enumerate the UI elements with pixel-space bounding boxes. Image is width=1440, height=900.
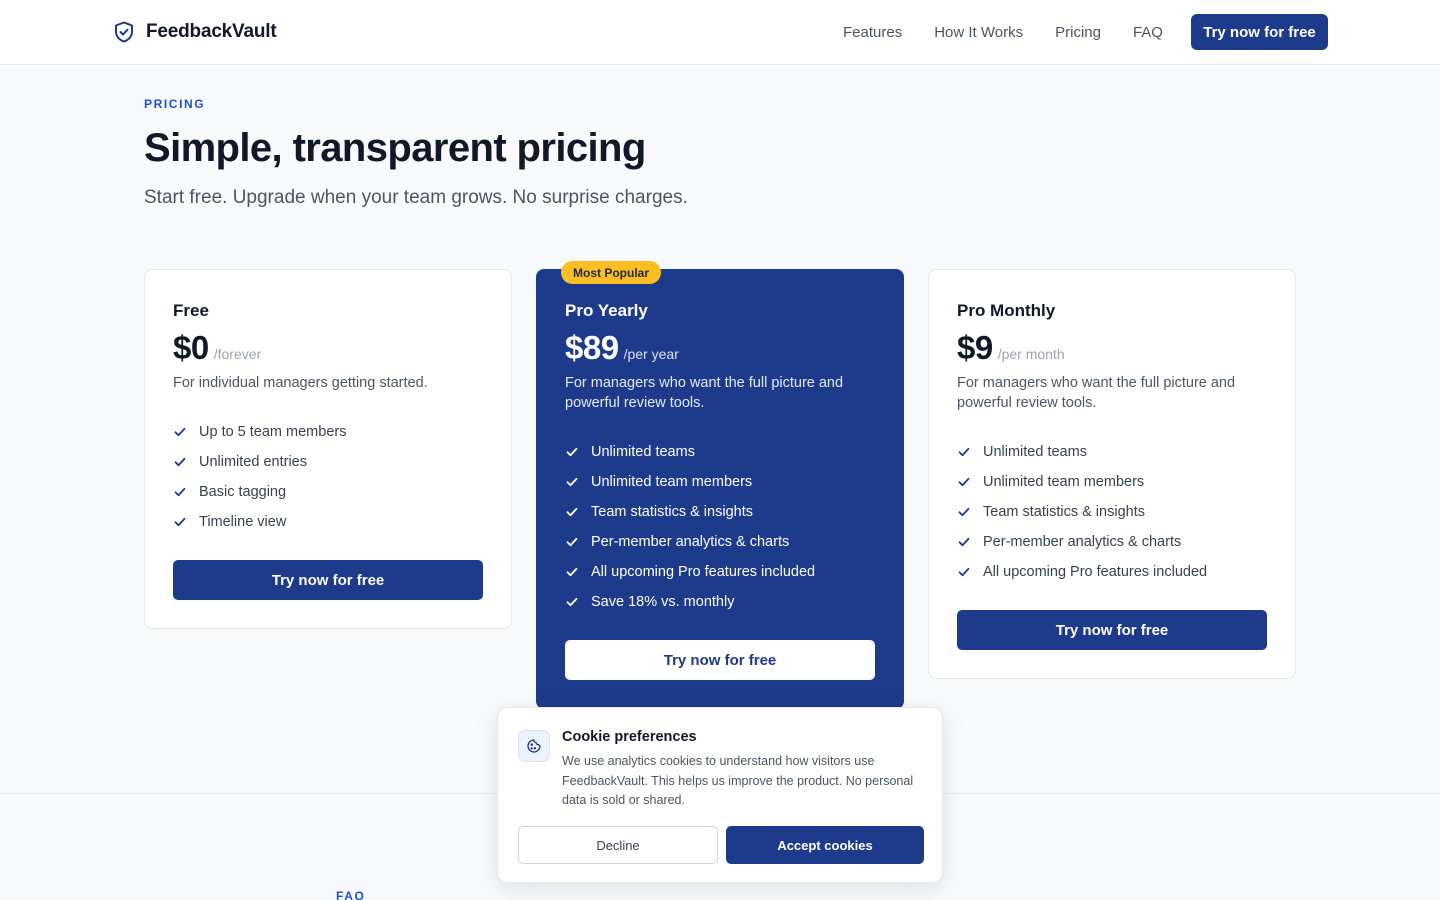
feature-label: All upcoming Pro features included [983,564,1208,580]
plan-name: Pro Yearly [565,301,648,320]
feature-label: Unlimited teams [983,444,1087,460]
plan-card-free: Free $0 /forever For individual managers… [144,269,512,629]
price-row: $0 /forever [173,329,483,369]
feature-label: Unlimited entries [199,454,307,470]
feature-label: All upcoming Pro features included [591,564,816,580]
check-icon [958,477,970,487]
plan-card-pro-yearly: Most Popular Pro Yearly $89 /per year Fo… [536,261,904,709]
feature-list: Unlimited teams Unlimited team members T… [565,437,875,617]
check-icon [174,457,186,467]
page-title: Simple, transparent pricing [144,126,646,170]
check-icon [566,597,578,607]
plan-description: For managers who want the full picture a… [957,375,1236,411]
feature-item: Unlimited entries [173,447,483,477]
feature-label: Up to 5 team members [199,424,347,440]
accept-cookies-button[interactable]: Accept cookies [726,826,924,864]
check-icon [566,537,578,547]
feature-item: Team statistics & insights [957,497,1267,527]
feature-label: Unlimited teams [591,444,695,460]
feature-label: Basic tagging [199,484,287,500]
brand-logo-link[interactable]: FeedbackVault [112,20,277,44]
feature-item: Unlimited team members [565,467,875,497]
plan-name: Free [173,301,209,320]
feature-label: Team statistics & insights [591,504,753,520]
main-nav: Features How It Works Pricing FAQ [843,14,1195,50]
free-plan-try-button[interactable]: Try now for free [173,560,483,600]
feature-item: All upcoming Pro features included [565,557,875,587]
cookie-banner: Cookie preferences We use analytics cook… [497,707,943,883]
feature-label: Unlimited team members [591,474,753,490]
cookie-icon [527,739,541,753]
nav-link-faq[interactable]: FAQ [1133,24,1163,41]
nav-link-how-it-works[interactable]: How It Works [934,24,1023,41]
plan-period: /per month [997,346,1065,362]
feature-item: Per-member analytics & charts [957,527,1267,557]
feature-label: Per-member analytics & charts [591,534,790,550]
check-icon [958,567,970,577]
feature-item: Team statistics & insights [565,497,875,527]
cookie-icon-wrapper [518,730,550,762]
check-icon [566,477,578,487]
feature-label: Save 18% vs. monthly [591,594,735,610]
plan-period: /forever [213,346,262,362]
feature-item: Timeline view [173,507,483,537]
site-header: FeedbackVault Features How It Works Pric… [0,0,1440,65]
price-row: $9 /per month [957,329,1267,369]
nav-link-features[interactable]: Features [843,24,902,41]
feature-list: Unlimited teams Unlimited team members T… [957,437,1267,587]
check-icon [958,447,970,457]
check-icon [174,517,186,527]
check-icon [566,447,578,457]
plan-name: Pro Monthly [957,301,1056,320]
check-icon [174,427,186,437]
feature-label: Team statistics & insights [983,504,1145,520]
plan-price: $89 [565,329,619,366]
plan-description: For managers who want the full picture a… [565,375,844,411]
decline-cookies-button[interactable]: Decline [518,826,718,864]
feature-item: Per-member analytics & charts [565,527,875,557]
check-icon [958,507,970,517]
faq-eyebrow: FAQ [336,889,366,900]
feature-label: Unlimited team members [983,474,1145,490]
feature-list: Up to 5 team members Unlimited entries B… [173,417,483,537]
price-row: $89 /per year [565,329,875,369]
feature-label: Timeline view [199,514,287,530]
feature-item: All upcoming Pro features included [957,557,1267,587]
cookie-title: Cookie preferences [562,729,697,745]
check-icon [174,487,186,497]
feature-item: Unlimited teams [957,437,1267,467]
pro-yearly-try-button[interactable]: Try now for free [565,640,875,680]
feature-item: Basic tagging [173,477,483,507]
feature-item: Up to 5 team members [173,417,483,447]
feature-label: Per-member analytics & charts [983,534,1182,550]
brand-name: FeedbackVault [146,21,277,42]
plan-price: $0 [173,329,209,366]
page-subtitle: Start free. Upgrade when your team grows… [144,187,688,208]
shield-check-icon [115,21,133,43]
cookie-description: We use analytics cookies to understand h… [562,754,914,807]
feature-item: Save 18% vs. monthly [565,587,875,617]
plan-description: For individual managers getting started. [173,375,428,391]
most-popular-badge: Most Popular [561,261,662,284]
feature-item: Unlimited teams [565,437,875,467]
nav-link-pricing[interactable]: Pricing [1055,24,1101,41]
check-icon [958,537,970,547]
feature-item: Unlimited team members [957,467,1267,497]
plan-card-pro-monthly: Pro Monthly $9 /per month For managers w… [928,269,1296,679]
check-icon [566,567,578,577]
header-try-free-button[interactable]: Try now for free [1191,14,1328,50]
plan-period: /per year [623,346,679,362]
pro-monthly-try-button[interactable]: Try now for free [957,610,1267,650]
check-icon [566,507,578,517]
pricing-eyebrow: PRICING [144,97,206,111]
plan-price: $9 [957,329,993,366]
